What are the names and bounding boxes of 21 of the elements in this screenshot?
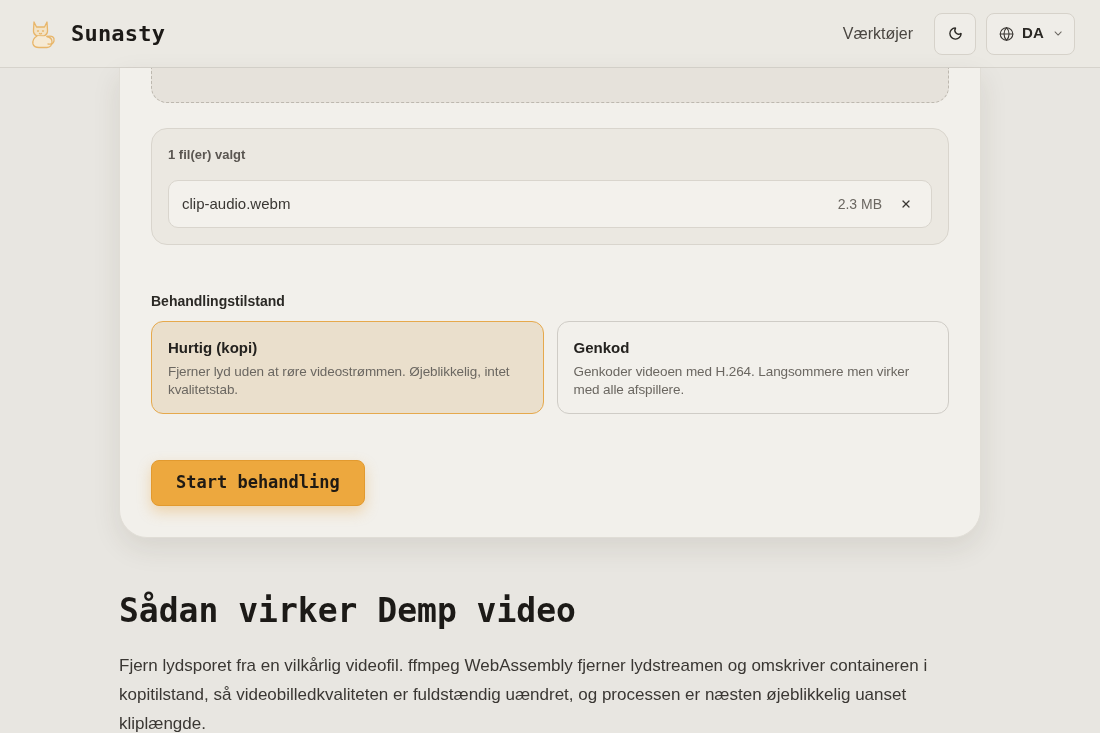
- file-size: 2.3 MB: [837, 194, 882, 214]
- start-button[interactable]: Start behandling: [151, 460, 365, 506]
- mode-option[interactable]: Hurtig (kopi) Fjerner lyd uden at røre videostrømmen. Øjeblikkelig, intet kvalitetstab.: [151, 321, 544, 414]
- close-icon: [900, 198, 912, 210]
- article-heading: Sådan virker Demp video: [119, 591, 577, 631]
- moon-icon: [947, 26, 963, 41]
- nav-link[interactable]: Værktøjer: [842, 21, 913, 46]
- remove-file-button[interactable]: [900, 198, 912, 210]
- mode-label: Behandlingstilstand: [151, 292, 286, 311]
- brand-name[interactable]: Sunasty: [71, 17, 166, 50]
- theme-toggle-button[interactable]: [934, 12, 976, 55]
- article-paragraph: Fjern lydsporet fra en vilkårlig videofil. ffmpeg WebAssembly fjerner lydstreamen og omskriver containeren i kopitilstand, så videobilledkvaliteten er fuldstændig uændret, og processen er næsten øjeblikkelig uanset kliplængde.: [119, 655, 929, 733]
- language-button[interactable]: DA: [986, 12, 1075, 55]
- mode-option-title: Hurtig (kopi): [168, 338, 259, 358]
- mode-option-description: Fjerner lyd uden at røre videostrømmen. Øjeblikkelig, intet kvalitetstab.: [168, 363, 511, 399]
- mode-option[interactable]: Genkod Genkoder videoen med H.264. Langsommere men virker med alle afspillere.: [556, 321, 949, 414]
- selected-files-label: 1 fil(er) valgt: [168, 146, 247, 164]
- mode-option-description: Genkoder videoen med H.264. Langsommere men virker med alle afspillere.: [573, 363, 911, 399]
- mode-option-title: Genkod: [573, 338, 631, 358]
- file-name: clip-audio.webm: [182, 193, 291, 214]
- globe-icon: [999, 25, 1015, 42]
